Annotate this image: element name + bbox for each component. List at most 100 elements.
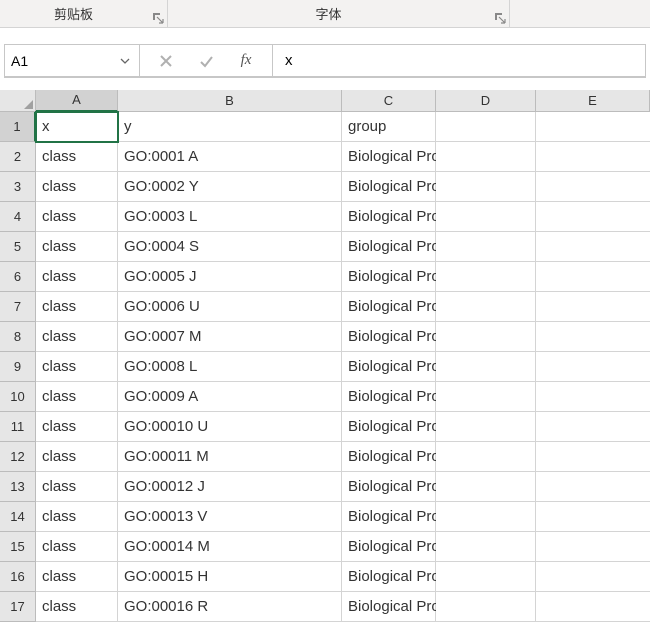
cell[interactable] <box>536 382 650 412</box>
row-header[interactable]: 8 <box>0 322 36 352</box>
cell[interactable] <box>436 412 536 442</box>
cell[interactable]: class <box>36 172 118 202</box>
cell[interactable] <box>436 502 536 532</box>
cell[interactable]: Biological Process <box>342 442 436 472</box>
name-box[interactable] <box>4 44 140 77</box>
row-header[interactable]: 2 <box>0 142 36 172</box>
cell[interactable]: GO:0008 L <box>118 352 342 382</box>
cancel-icon[interactable] <box>154 45 178 76</box>
column-header-E[interactable]: E <box>536 90 650 112</box>
clipboard-dialog-launcher-icon[interactable] <box>151 11 165 25</box>
cell[interactable]: x <box>36 112 118 142</box>
cell[interactable]: Biological Process <box>342 172 436 202</box>
cell[interactable]: class <box>36 202 118 232</box>
cell[interactable]: class <box>36 262 118 292</box>
cell[interactable] <box>536 172 650 202</box>
row-header[interactable]: 4 <box>0 202 36 232</box>
cell[interactable] <box>436 532 536 562</box>
row-header[interactable]: 12 <box>0 442 36 472</box>
cell[interactable] <box>436 232 536 262</box>
cell[interactable]: Biological Process <box>342 202 436 232</box>
row-header[interactable]: 7 <box>0 292 36 322</box>
cell[interactable]: class <box>36 532 118 562</box>
cell[interactable] <box>436 322 536 352</box>
row-header[interactable]: 14 <box>0 502 36 532</box>
select-all-corner[interactable] <box>0 90 36 112</box>
cell[interactable]: class <box>36 412 118 442</box>
row-header[interactable]: 10 <box>0 382 36 412</box>
cell[interactable]: class <box>36 232 118 262</box>
cell[interactable]: group <box>342 112 436 142</box>
cell[interactable]: y <box>118 112 342 142</box>
name-box-input[interactable] <box>11 53 101 69</box>
cell[interactable] <box>536 142 650 172</box>
row-header[interactable]: 17 <box>0 592 36 622</box>
cell[interactable] <box>436 442 536 472</box>
cell[interactable] <box>536 352 650 382</box>
font-dialog-launcher-icon[interactable] <box>493 11 507 25</box>
cell[interactable]: class <box>36 292 118 322</box>
cell[interactable] <box>536 292 650 322</box>
row-header[interactable]: 11 <box>0 412 36 442</box>
cell[interactable] <box>436 292 536 322</box>
cell[interactable]: GO:00014 M <box>118 532 342 562</box>
cell[interactable]: Biological Process <box>342 232 436 262</box>
cell[interactable]: class <box>36 382 118 412</box>
column-header-C[interactable]: C <box>342 90 436 112</box>
cell[interactable]: Biological Process <box>342 322 436 352</box>
cell[interactable]: class <box>36 442 118 472</box>
cell[interactable] <box>436 382 536 412</box>
insert-function-icon[interactable]: fx <box>234 45 258 76</box>
row-header[interactable]: 3 <box>0 172 36 202</box>
cell[interactable]: GO:0004 S <box>118 232 342 262</box>
cell[interactable] <box>436 142 536 172</box>
cell[interactable]: Biological Process <box>342 292 436 322</box>
cell[interactable] <box>536 412 650 442</box>
cell[interactable]: Biological Process <box>342 382 436 412</box>
cell[interactable] <box>536 322 650 352</box>
cell[interactable]: Biological Process <box>342 532 436 562</box>
cell[interactable]: GO:00012 J <box>118 472 342 502</box>
cell[interactable] <box>536 532 650 562</box>
cell[interactable] <box>436 172 536 202</box>
cell[interactable] <box>536 562 650 592</box>
cell[interactable]: class <box>36 562 118 592</box>
cell[interactable]: GO:0001 A <box>118 142 342 172</box>
cell[interactable]: Biological Process <box>342 142 436 172</box>
cell[interactable]: GO:0002 Y <box>118 172 342 202</box>
formula-input[interactable] <box>273 44 646 77</box>
cell[interactable]: GO:0007 M <box>118 322 342 352</box>
cell[interactable] <box>436 262 536 292</box>
cell[interactable] <box>436 352 536 382</box>
cell[interactable]: class <box>36 472 118 502</box>
cell[interactable]: GO:00010 U <box>118 412 342 442</box>
column-header-A[interactable]: A <box>36 90 118 112</box>
cell[interactable]: class <box>36 142 118 172</box>
row-header[interactable]: 6 <box>0 262 36 292</box>
column-header-D[interactable]: D <box>436 90 536 112</box>
cell[interactable]: GO:0005 J <box>118 262 342 292</box>
cell[interactable] <box>536 262 650 292</box>
cell[interactable]: class <box>36 502 118 532</box>
cell[interactable] <box>536 592 650 622</box>
column-header-B[interactable]: B <box>118 90 342 112</box>
row-header[interactable]: 1 <box>0 112 36 142</box>
cell[interactable]: GO:00015 H <box>118 562 342 592</box>
cell[interactable] <box>536 472 650 502</box>
cell[interactable]: Biological Process <box>342 472 436 502</box>
cell[interactable] <box>436 202 536 232</box>
name-box-dropdown-icon[interactable] <box>117 56 133 66</box>
cell[interactable] <box>536 232 650 262</box>
cell[interactable]: class <box>36 592 118 622</box>
row-header[interactable]: 16 <box>0 562 36 592</box>
cell[interactable] <box>436 112 536 142</box>
cell[interactable]: Biological Process <box>342 562 436 592</box>
cell[interactable] <box>436 472 536 502</box>
cell[interactable]: GO:0003 L <box>118 202 342 232</box>
cell[interactable]: class <box>36 322 118 352</box>
cell[interactable] <box>536 502 650 532</box>
cell[interactable]: GO:0006 U <box>118 292 342 322</box>
enter-icon[interactable] <box>194 45 218 76</box>
cell[interactable] <box>436 592 536 622</box>
cell[interactable]: Biological Process <box>342 592 436 622</box>
